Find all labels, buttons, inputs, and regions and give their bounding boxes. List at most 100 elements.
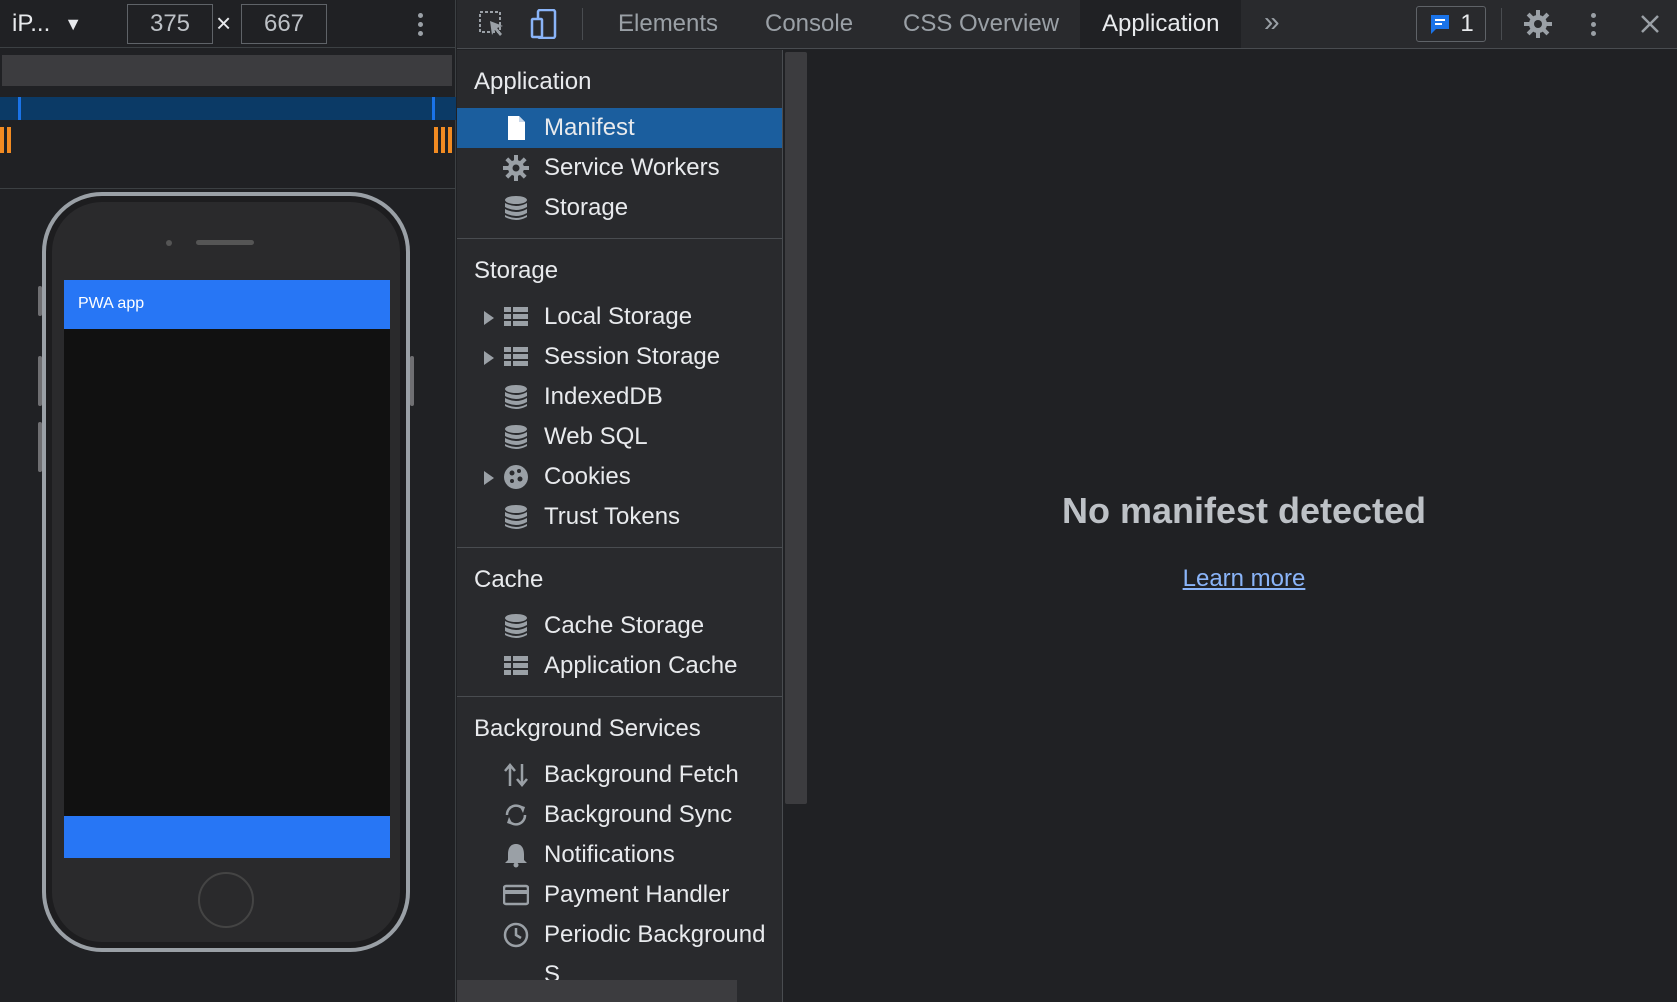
sidebar-item-cache-storage[interactable]: Cache Storage bbox=[457, 606, 782, 646]
device-name: iP... bbox=[12, 10, 51, 37]
issues-button[interactable]: 1 bbox=[1416, 6, 1486, 42]
database-icon bbox=[505, 425, 527, 449]
sidebar-item-label: Periodic Background S bbox=[544, 921, 766, 988]
section-title: Storage bbox=[474, 257, 559, 284]
devtools-window: iP... ▼ 375 × 667 PWA app Elements Conso… bbox=[0, 0, 1677, 1002]
tab-elements[interactable]: Elements bbox=[596, 0, 740, 48]
sidebar-item-background-sync[interactable]: Background Sync bbox=[457, 795, 782, 835]
caret-down-icon: ▼ bbox=[64, 13, 83, 34]
tab-css-overview[interactable]: CSS Overview bbox=[881, 0, 1081, 48]
sidebar-item-local-storage[interactable]: Local Storage bbox=[457, 297, 782, 337]
sidebar-item-label: Background Sync bbox=[544, 801, 733, 828]
sidebar-item-label: IndexedDB bbox=[544, 383, 663, 410]
section-title: Cache bbox=[474, 566, 544, 593]
chat-icon bbox=[1431, 15, 1450, 34]
sidebar-item-label: Service Workers bbox=[544, 154, 720, 181]
sidebar-item-notifications[interactable]: Notifications bbox=[457, 835, 782, 875]
section-application: Application Manifest Service Workers Sto… bbox=[457, 50, 782, 239]
device-more-icon[interactable] bbox=[410, 8, 430, 40]
media-query-bar[interactable] bbox=[2, 55, 452, 86]
devtools-tab-bar: Elements Console CSS Overview Applicatio… bbox=[457, 0, 1677, 49]
device-toolbar: iP... ▼ 375 × 667 bbox=[0, 0, 456, 48]
database-icon bbox=[505, 196, 527, 220]
manifest-panel: No manifest detected Learn more bbox=[811, 50, 1677, 1002]
gear-icon[interactable] bbox=[1521, 8, 1555, 40]
section-title: Background Services bbox=[474, 715, 701, 742]
cookie-icon bbox=[504, 465, 528, 489]
media-query-marker-right[interactable] bbox=[434, 127, 455, 153]
home-button[interactable] bbox=[198, 872, 254, 928]
expand-arrow-icon[interactable] bbox=[484, 471, 494, 485]
sidebar-item-label: Notifications bbox=[544, 841, 675, 868]
sync-icon bbox=[505, 804, 527, 826]
sidebar-item-label: Cookies bbox=[544, 463, 631, 490]
sidebar-item-cookies[interactable]: Cookies bbox=[457, 457, 782, 497]
width-input[interactable]: 375 bbox=[127, 4, 213, 44]
height-input[interactable]: 667 bbox=[241, 4, 327, 44]
sidebar-item-service-workers[interactable]: Service Workers bbox=[457, 148, 782, 188]
sidebar-item-application-cache[interactable]: Application Cache bbox=[457, 646, 782, 686]
close-icon[interactable] bbox=[1633, 8, 1667, 40]
media-query-marker-left[interactable] bbox=[0, 127, 14, 153]
sidebar-item-payment-handler[interactable]: Payment Handler bbox=[457, 875, 782, 915]
expand-arrow-icon[interactable] bbox=[484, 311, 494, 325]
table-icon bbox=[504, 307, 528, 326]
sidebar-horizontal-scrollbar[interactable] bbox=[457, 980, 737, 1002]
sidebar-item-label: Application Cache bbox=[544, 652, 738, 679]
sidebar-item-label: Cache Storage bbox=[544, 612, 705, 639]
application-sidebar: Application Manifest Service Workers Sto… bbox=[457, 50, 782, 1002]
device-emulation-pane: iP... ▼ 375 × 667 PWA app bbox=[0, 0, 456, 1002]
device-screen[interactable]: PWA app bbox=[64, 280, 390, 858]
phone-frame: PWA app bbox=[38, 192, 414, 952]
clock-icon bbox=[503, 922, 529, 948]
section-title: Application bbox=[474, 68, 592, 95]
inspect-element-icon[interactable] bbox=[475, 8, 509, 40]
section-storage: Storage Local Storage Session Storage In… bbox=[457, 239, 782, 548]
card-icon bbox=[503, 884, 529, 906]
sidebar-item-label: Background Fetch bbox=[544, 761, 739, 788]
sidebar-item-storage[interactable]: Storage bbox=[457, 188, 782, 228]
learn-more-link[interactable]: Learn more bbox=[811, 565, 1677, 593]
app-footer bbox=[64, 816, 390, 858]
divider bbox=[0, 188, 456, 189]
app-header: PWA app bbox=[64, 280, 390, 329]
sidebar-item-label: Storage bbox=[544, 194, 629, 221]
sidebar-item-periodic-background-sync[interactable]: Periodic Background S bbox=[457, 915, 782, 988]
section-background-services: Background Services Background Fetch Bac… bbox=[457, 697, 782, 988]
sidebar-item-background-fetch[interactable]: Background Fetch bbox=[457, 755, 782, 795]
times-icon: × bbox=[216, 8, 232, 38]
sidebar-scrollbar-thumb[interactable] bbox=[785, 52, 807, 804]
section-cache: Cache Cache Storage Application Cache bbox=[457, 548, 782, 697]
sidebar-item-label: Web SQL bbox=[544, 423, 648, 450]
sidebar-item-trust-tokens[interactable]: Trust Tokens bbox=[457, 497, 782, 537]
database-icon bbox=[505, 505, 527, 529]
more-options-icon[interactable] bbox=[1576, 8, 1610, 40]
database-icon bbox=[505, 614, 527, 638]
sidebar-item-label: Trust Tokens bbox=[544, 503, 681, 530]
empty-state-title: No manifest detected bbox=[1061, 490, 1427, 531]
sidebar-item-manifest[interactable]: Manifest bbox=[457, 108, 782, 148]
sidebar-item-label: Manifest bbox=[544, 114, 635, 141]
table-icon bbox=[504, 347, 528, 366]
file-icon bbox=[508, 116, 525, 140]
breakpoint-bar[interactable] bbox=[0, 97, 456, 120]
camera-icon bbox=[166, 240, 172, 246]
more-tabs-icon[interactable]: » bbox=[1264, 6, 1280, 38]
bell-icon bbox=[505, 844, 527, 868]
sidebar-item-web-sql[interactable]: Web SQL bbox=[457, 417, 782, 457]
database-icon bbox=[505, 385, 527, 409]
sidebar-item-session-storage[interactable]: Session Storage bbox=[457, 337, 782, 377]
sidebar-item-label: Session Storage bbox=[544, 343, 721, 370]
sidebar-item-label: Local Storage bbox=[544, 303, 693, 330]
sidebar-item-indexeddb[interactable]: IndexedDB bbox=[457, 377, 782, 417]
tab-console[interactable]: Console bbox=[743, 0, 875, 48]
device-toggle-icon[interactable] bbox=[527, 8, 561, 40]
device-select[interactable]: iP... ▼ bbox=[12, 8, 104, 40]
issues-count: 1 bbox=[1460, 10, 1474, 37]
expand-arrow-icon[interactable] bbox=[484, 351, 494, 365]
arrows-updown-icon bbox=[504, 763, 528, 787]
gear-icon bbox=[503, 155, 529, 181]
tab-application[interactable]: Application bbox=[1080, 0, 1242, 48]
sidebar-item-label: Payment Handler bbox=[544, 881, 730, 908]
table-icon bbox=[504, 656, 528, 675]
